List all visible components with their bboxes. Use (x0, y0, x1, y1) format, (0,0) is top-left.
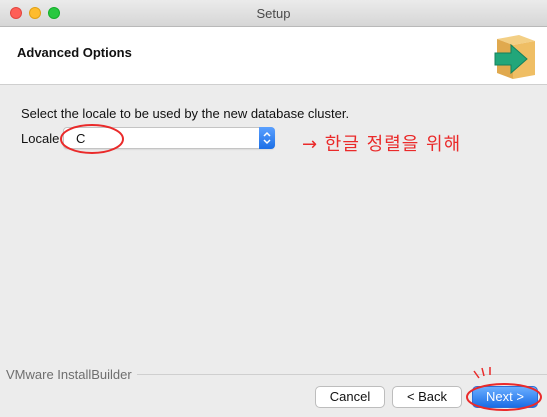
footer-divider (137, 374, 547, 375)
page-title: Advanced Options (17, 45, 132, 60)
back-button[interactable]: < Back (392, 386, 462, 408)
locale-prompt: Select the locale to be used by the new … (21, 106, 350, 121)
installer-box-icon (494, 35, 535, 79)
brand-label: VMware InstallBuilder (6, 367, 132, 382)
locale-select[interactable]: C (63, 127, 275, 149)
title-bar: Setup (0, 0, 547, 27)
page-header: Advanced Options (0, 27, 547, 85)
locale-select-value: C (76, 131, 86, 146)
window-title: Setup (256, 6, 291, 21)
locale-label: Locale (21, 131, 60, 146)
next-button[interactable]: Next > (472, 386, 538, 408)
select-arrows-icon[interactable] (259, 127, 275, 149)
handwritten-annotation: → 한글 정렬을 위해 (302, 134, 462, 155)
cancel-button[interactable]: Cancel (315, 386, 385, 408)
